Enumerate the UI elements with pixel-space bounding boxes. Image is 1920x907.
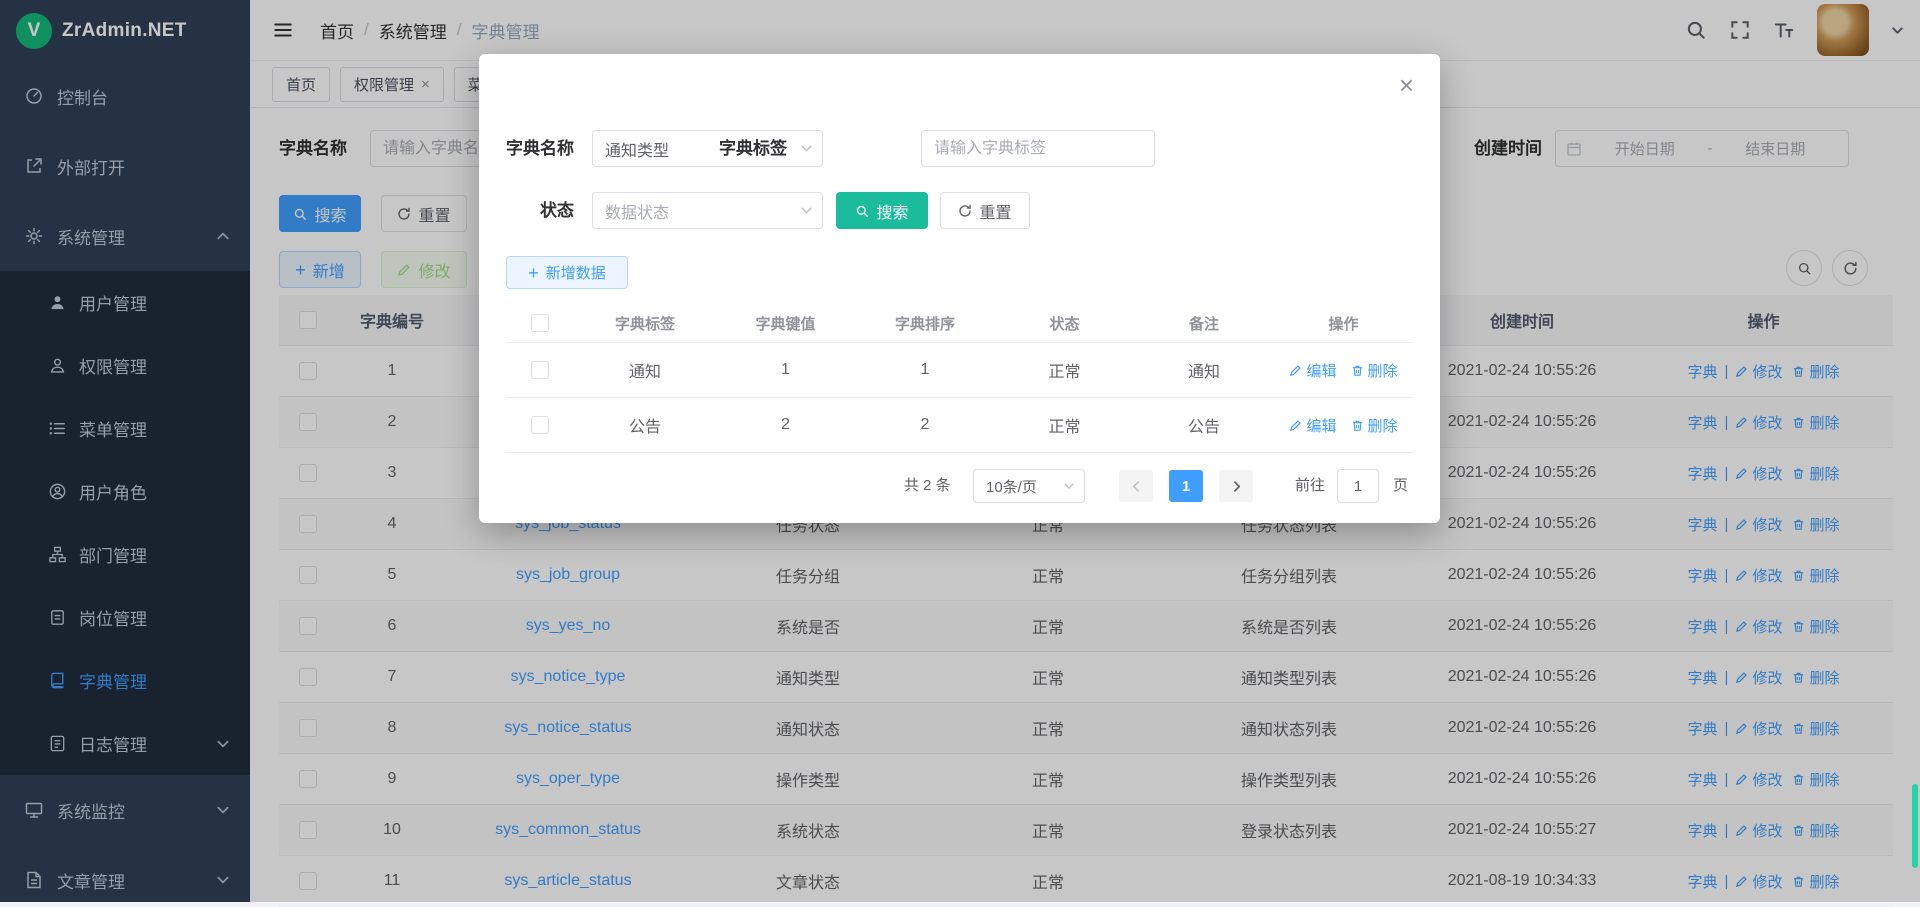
header-ops: 操作 bbox=[1274, 304, 1413, 343]
next-page-button[interactable] bbox=[1219, 470, 1253, 502]
current-page-button[interactable]: 1 bbox=[1169, 470, 1203, 502]
status-cell: 正常 bbox=[995, 398, 1134, 453]
remark-cell: 公告 bbox=[1134, 398, 1274, 453]
dialog-table-row: 通知 1 1 正常 通知 编辑删除 bbox=[506, 343, 1413, 398]
trash-icon bbox=[1351, 364, 1364, 377]
dict-name-select[interactable]: 通知类型 bbox=[592, 130, 823, 167]
ops-cell: 编辑删除 bbox=[1274, 343, 1413, 398]
add-dict-data-button[interactable]: + 新增数据 bbox=[506, 256, 628, 289]
select-all-checkbox[interactable] bbox=[531, 314, 549, 332]
dict-value-cell: 2 bbox=[716, 398, 855, 453]
plus-icon: + bbox=[528, 264, 539, 282]
page-unit-label: 页 bbox=[1393, 469, 1408, 503]
edit-link[interactable]: 编辑 bbox=[1289, 415, 1336, 436]
header-status: 状态 bbox=[995, 304, 1134, 343]
dict-data-dialog: × 字典名称 通知类型 字典标签 状态 数据状态 搜索 重置 + 新增数据 bbox=[479, 54, 1440, 523]
page-size-select[interactable]: 10条/页 bbox=[973, 469, 1085, 503]
dict-value-cell: 1 bbox=[716, 343, 855, 398]
pencil-icon bbox=[1289, 419, 1302, 432]
dict-tag-cell: 公告 bbox=[574, 398, 716, 453]
dict-data-table: 字典标签 字典键值 字典排序 状态 备注 操作 通知 1 1 正常 通知 编 bbox=[506, 304, 1413, 453]
dict-sort-cell: 1 bbox=[855, 343, 995, 398]
goto-page-label: 前往 bbox=[1295, 469, 1325, 503]
chevron-left-icon bbox=[1130, 480, 1143, 493]
header-dict-tag: 字典标签 bbox=[574, 304, 716, 343]
row-checkbox[interactable] bbox=[531, 416, 549, 434]
pagination-total: 共 2 条 bbox=[904, 469, 951, 503]
goto-page-input[interactable] bbox=[1337, 469, 1379, 503]
remark-cell: 通知 bbox=[1134, 343, 1274, 398]
dialog-table-header-row: 字典标签 字典键值 字典排序 状态 备注 操作 bbox=[506, 304, 1413, 343]
dict-tag-cell: 通知 bbox=[574, 343, 716, 398]
dialog-dict-tag-label: 字典标签 bbox=[719, 130, 787, 167]
close-icon[interactable]: × bbox=[1399, 72, 1414, 98]
ops-cell: 编辑删除 bbox=[1274, 398, 1413, 453]
search-icon bbox=[855, 204, 869, 218]
status-select[interactable]: 数据状态 bbox=[592, 192, 823, 229]
chevron-down-icon bbox=[1063, 480, 1075, 492]
dialog-table-row: 公告 2 2 正常 公告 编辑删除 bbox=[506, 398, 1413, 453]
edit-link[interactable]: 编辑 bbox=[1289, 360, 1336, 381]
chevron-right-icon bbox=[1230, 480, 1243, 493]
scrollbar-thumb[interactable] bbox=[1912, 784, 1918, 868]
dialog-dict-name-label: 字典名称 bbox=[502, 130, 574, 167]
dict-sort-cell: 2 bbox=[855, 398, 995, 453]
dialog-search-button[interactable]: 搜索 bbox=[836, 192, 928, 229]
row-checkbox[interactable] bbox=[531, 361, 549, 379]
dialog-status-label: 状态 bbox=[502, 192, 574, 229]
dialog-reset-button[interactable]: 重置 bbox=[940, 192, 1030, 229]
trash-icon bbox=[1351, 419, 1364, 432]
header-dict-value: 字典键值 bbox=[716, 304, 855, 343]
chevron-down-icon bbox=[800, 142, 813, 155]
status-cell: 正常 bbox=[995, 343, 1134, 398]
chevron-down-icon bbox=[800, 204, 813, 217]
refresh-icon bbox=[958, 204, 972, 218]
header-dict-sort: 字典排序 bbox=[855, 304, 995, 343]
dict-tag-input[interactable] bbox=[921, 130, 1155, 167]
delete-link[interactable]: 删除 bbox=[1351, 360, 1398, 381]
prev-page-button[interactable] bbox=[1119, 470, 1153, 502]
delete-link[interactable]: 删除 bbox=[1351, 415, 1398, 436]
pencil-icon bbox=[1289, 364, 1302, 377]
header-remark: 备注 bbox=[1134, 304, 1274, 343]
